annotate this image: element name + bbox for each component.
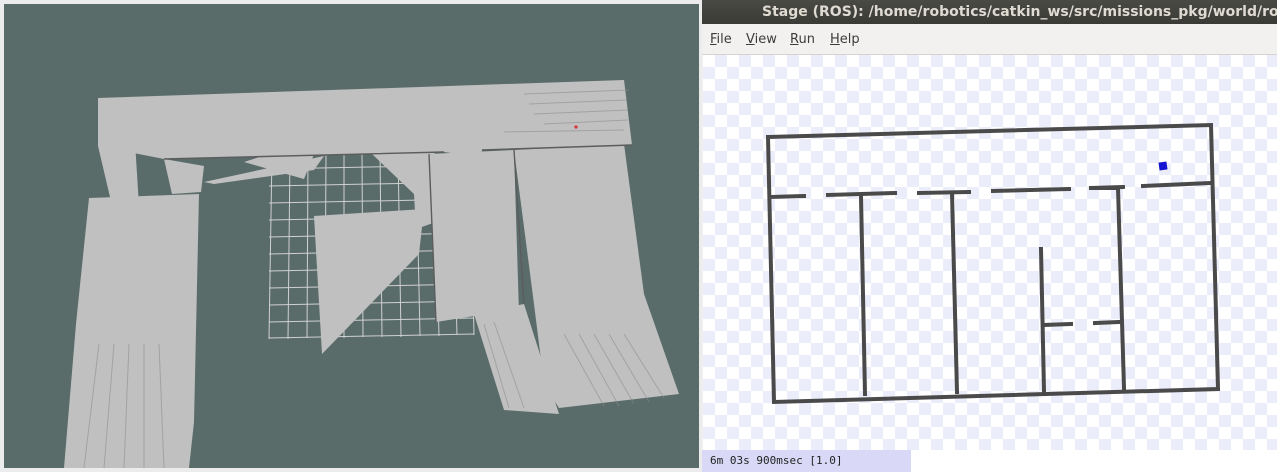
sim-time-label: 6m 03s 900msec [1.0] [702,450,911,472]
window-title: Stage (ROS): /home/robotics/catkin_ws/sr… [762,4,1277,20]
rviz-3d-view[interactable] [4,4,699,468]
rviz-panel [0,0,702,472]
window-titlebar[interactable]: Stage (ROS): /home/robotics/catkin_ws/sr… [702,0,1277,24]
menu-file[interactable]: File [710,32,732,47]
menu-bar: File View Run Help [702,26,1277,55]
menu-help[interactable]: Help [830,32,860,47]
menu-view[interactable]: View [746,32,777,47]
stage-window: Stage (ROS): /home/robotics/catkin_ws/sr… [702,0,1277,472]
occupancy-map [64,80,679,468]
world-map [765,122,1221,405]
menu-run[interactable]: Run [790,32,815,47]
map-free-space [64,80,679,468]
robot [1158,161,1168,171]
status-bar: 6m 03s 900msec [1.0] [702,450,1277,472]
robot-marker [574,125,578,129]
world-walls [765,122,1221,405]
stage-world-canvas[interactable] [703,55,1277,450]
